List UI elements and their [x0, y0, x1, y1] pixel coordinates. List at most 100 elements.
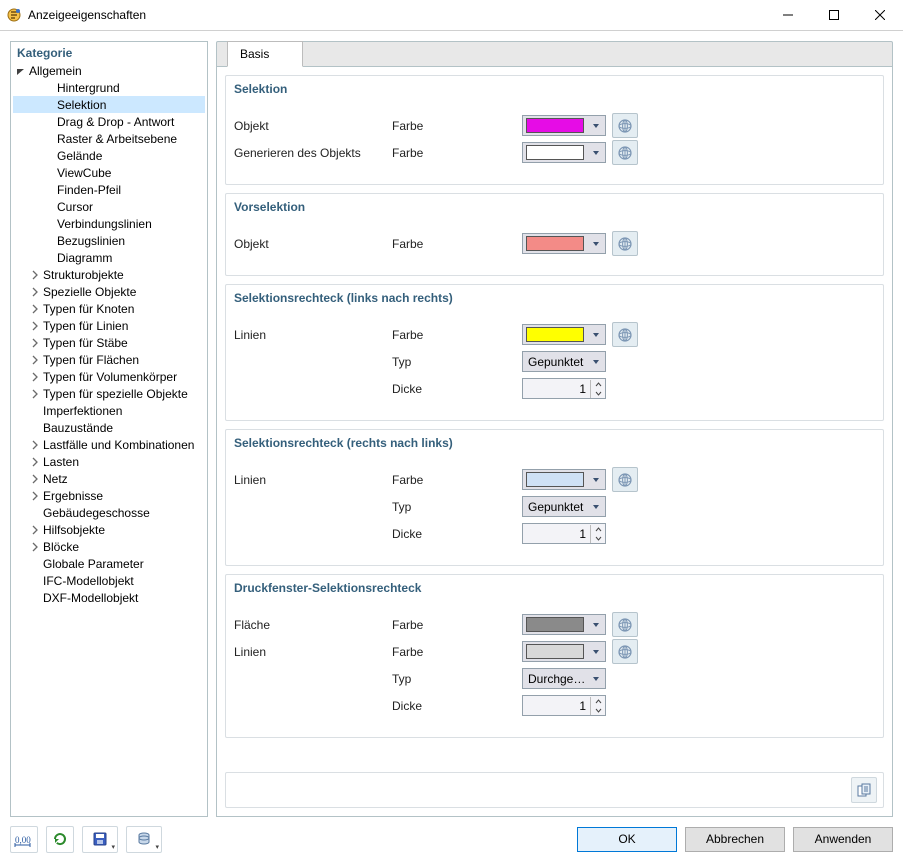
database-split-button[interactable]: ▾	[126, 826, 162, 853]
section: Selektionsrechteck (rechts nach links) L…	[225, 429, 884, 566]
cancel-button[interactable]: Abbrechen	[685, 827, 785, 852]
global-color-button[interactable]	[612, 639, 638, 664]
tree-item[interactable]: Gebäudegeschosse	[13, 504, 205, 521]
tree-item[interactable]: Drag & Drop - Antwort	[13, 113, 205, 130]
property-name: Linien	[234, 645, 392, 659]
type-dropdown[interactable]: Durchgezo...	[522, 668, 606, 689]
property-sections: Selektion Objekt Farbe Generieren des Ob…	[225, 75, 884, 764]
refresh-button[interactable]	[46, 826, 74, 853]
maximize-button[interactable]	[811, 0, 857, 30]
tree-item[interactable]: Bezugslinien	[13, 232, 205, 249]
property-name: Linien	[234, 328, 392, 342]
global-color-button[interactable]	[612, 231, 638, 256]
tree-item[interactable]: Typen für Flächen	[13, 351, 205, 368]
tree-item[interactable]: Verbindungslinien	[13, 215, 205, 232]
tree-item[interactable]: Lasten	[13, 453, 205, 470]
svg-text:0,00: 0,00	[15, 835, 31, 845]
property-attribute: Dicke	[392, 382, 522, 396]
units-button[interactable]: 0,00	[10, 826, 38, 853]
color-dropdown[interactable]	[522, 233, 606, 254]
tree-item[interactable]: Cursor	[13, 198, 205, 215]
thickness-spinner[interactable]: 1	[522, 378, 606, 399]
property-name: Linien	[234, 473, 392, 487]
tree-item[interactable]: Hilfsobjekte	[13, 521, 205, 538]
property-row: Linien Farbe	[234, 321, 875, 348]
tree-item[interactable]: Typen für Stäbe	[13, 334, 205, 351]
tree-item[interactable]: Bauzustände	[13, 419, 205, 436]
tree-item[interactable]: Typen für Volumenkörper	[13, 368, 205, 385]
thickness-spinner[interactable]: 1	[522, 695, 606, 716]
apply-button[interactable]: Anwenden	[793, 827, 893, 852]
global-color-button[interactable]	[612, 140, 638, 165]
property-name: Fläche	[234, 618, 392, 632]
property-row: Typ Gepunktet	[234, 493, 875, 520]
property-attribute: Farbe	[392, 328, 522, 342]
tree-item[interactable]: Lastfälle und Kombinationen	[13, 436, 205, 453]
tree-item[interactable]: Raster & Arbeitsebene	[13, 130, 205, 147]
color-dropdown[interactable]	[522, 115, 606, 136]
tree-item[interactable]: Selektion	[13, 96, 205, 113]
bottom-bar: 0,00 ▾	[0, 821, 903, 865]
tree-item[interactable]: Globale Parameter	[13, 555, 205, 572]
cancel-label: Abbrechen	[706, 832, 764, 846]
tree-item[interactable]: Strukturobjekte	[13, 266, 205, 283]
type-dropdown[interactable]: Gepunktet	[522, 351, 606, 372]
tree-item[interactable]: Diagramm	[13, 249, 205, 266]
global-color-button[interactable]	[612, 467, 638, 492]
global-color-button[interactable]	[612, 322, 638, 347]
type-dropdown[interactable]: Gepunktet	[522, 496, 606, 517]
save-split-button[interactable]: ▾	[82, 826, 118, 853]
property-row: Dicke 1	[234, 375, 875, 402]
tree-item[interactable]: Typen für Knoten	[13, 300, 205, 317]
global-color-button[interactable]	[612, 113, 638, 138]
property-attribute: Typ	[392, 500, 522, 514]
property-row: Dicke 1	[234, 520, 875, 547]
tree-item[interactable]: Netz	[13, 470, 205, 487]
tree-item[interactable]: IFC-Modellobjekt	[13, 572, 205, 589]
ok-label: OK	[618, 832, 635, 846]
tree-item[interactable]: Allgemein	[13, 62, 205, 79]
tree-item[interactable]: Typen für Linien	[13, 317, 205, 334]
tab-bar: Basis	[216, 41, 893, 67]
tree-item[interactable]: DXF-Modellobjekt	[13, 589, 205, 606]
property-name: Generieren des Objekts	[234, 146, 392, 160]
category-tree[interactable]: AllgemeinHintergrundSelektionDrag & Drop…	[11, 62, 207, 816]
color-dropdown[interactable]	[522, 324, 606, 345]
content-footer	[225, 772, 884, 808]
minimize-button[interactable]	[765, 0, 811, 30]
color-dropdown[interactable]	[522, 614, 606, 635]
color-dropdown[interactable]	[522, 641, 606, 662]
tree-item[interactable]: Ergebnisse	[13, 487, 205, 504]
property-name: Objekt	[234, 119, 392, 133]
property-row: Linien Farbe	[234, 638, 875, 665]
property-attribute: Farbe	[392, 146, 522, 160]
property-row: Dicke 1	[234, 692, 875, 719]
color-dropdown[interactable]	[522, 142, 606, 163]
global-color-button[interactable]	[612, 612, 638, 637]
property-attribute: Typ	[392, 672, 522, 686]
property-row: Generieren des Objekts Farbe	[234, 139, 875, 166]
tree-item[interactable]: Hintergrund	[13, 79, 205, 96]
property-attribute: Typ	[392, 355, 522, 369]
tab-label: Basis	[240, 47, 269, 61]
dialog-window: Anzeigeeigenschaften Kategorie Allgemein…	[0, 0, 903, 865]
property-row: Fläche Farbe	[234, 611, 875, 638]
tree-item[interactable]: Blöcke	[13, 538, 205, 555]
close-button[interactable]	[857, 0, 903, 30]
tree-item[interactable]: Spezielle Objekte	[13, 283, 205, 300]
color-dropdown[interactable]	[522, 469, 606, 490]
tree-item[interactable]: Finden-Pfeil	[13, 181, 205, 198]
thickness-spinner[interactable]: 1	[522, 523, 606, 544]
ok-button[interactable]: OK	[577, 827, 677, 852]
tree-item[interactable]: Imperfektionen	[13, 402, 205, 419]
tree-item[interactable]: Gelände	[13, 147, 205, 164]
section-title: Druckfenster-Selektionsrechteck	[226, 575, 883, 609]
tree-item[interactable]: Typen für spezielle Objekte	[13, 385, 205, 402]
tab-basis[interactable]: Basis	[227, 41, 303, 67]
property-row: Objekt Farbe	[234, 112, 875, 139]
property-attribute: Farbe	[392, 237, 522, 251]
tree-item[interactable]: ViewCube	[13, 164, 205, 181]
copy-properties-button[interactable]	[851, 777, 877, 803]
category-sidebar: Kategorie AllgemeinHintergrundSelektionD…	[10, 41, 208, 817]
apply-label: Anwenden	[815, 832, 872, 846]
